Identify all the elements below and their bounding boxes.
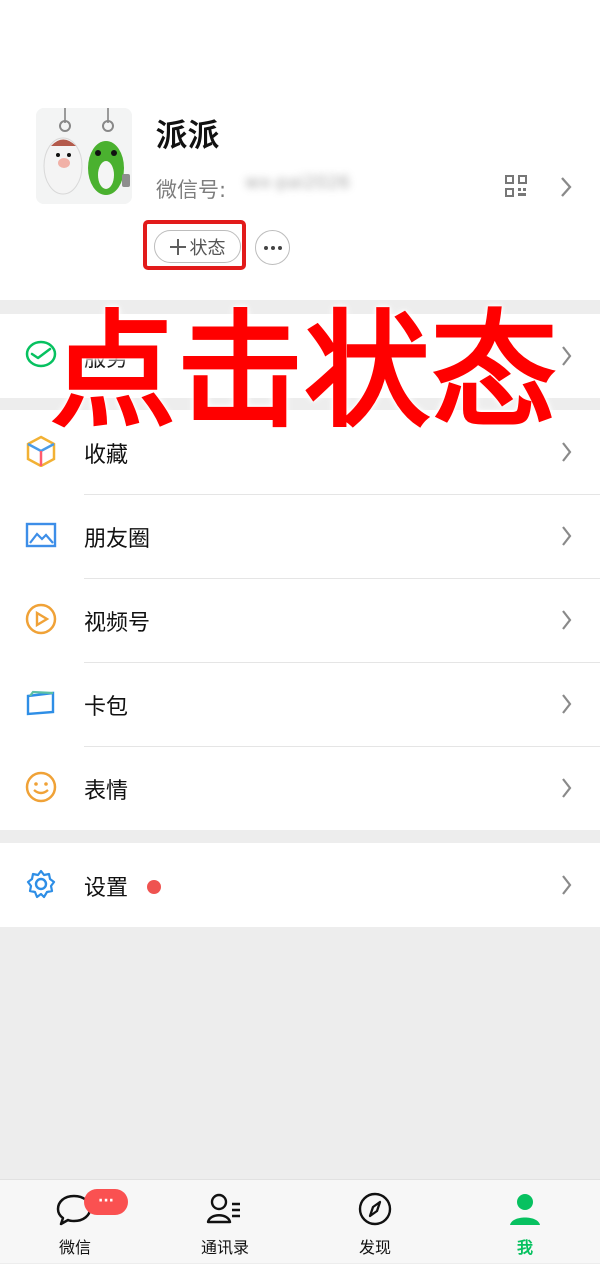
tab-label-wechat: 微信 xyxy=(58,1238,91,1257)
tab-label-discover: 发现 xyxy=(358,1238,391,1257)
tab-wechat[interactable]: ··· 微信 xyxy=(0,1180,150,1264)
chevron-right-icon xyxy=(562,610,572,630)
favorites-cube-icon xyxy=(26,435,56,467)
menu-row-card-pack[interactable]: 卡包 xyxy=(0,662,600,746)
profile-nickname: 派派 xyxy=(156,118,220,154)
compass-icon xyxy=(358,1192,392,1226)
avatar-image xyxy=(36,108,132,204)
service-section: 服务 xyxy=(0,314,600,398)
chevron-right-icon xyxy=(562,694,572,714)
menu-label-card-pack: 卡包 xyxy=(84,695,129,720)
menu-label-settings: 设置 xyxy=(84,876,129,901)
menu-row-stickers[interactable]: 表情 xyxy=(0,746,600,830)
tab-me[interactable]: 我 xyxy=(450,1180,600,1264)
menu-label-moments: 朋友圈 xyxy=(84,527,151,552)
qr-code-icon[interactable] xyxy=(505,175,527,197)
chevron-right-icon xyxy=(562,442,572,462)
settings-section: 设置 xyxy=(0,843,600,927)
chevron-right-icon xyxy=(562,778,572,798)
profile-card[interactable]: 派派 微信号: wx-pai2026 状态 xyxy=(0,0,600,300)
chevron-right-icon xyxy=(562,346,572,366)
more-dot-icon xyxy=(271,246,275,250)
menu-row-moments[interactable]: 朋友圈 xyxy=(0,494,600,578)
sticker-smile-icon xyxy=(25,771,57,803)
menu-label-stickers: 表情 xyxy=(84,779,129,804)
chevron-right-icon xyxy=(562,875,572,895)
settings-red-dot xyxy=(147,880,161,894)
wechat-id-label: 微信号: xyxy=(156,178,227,202)
moments-picture-icon xyxy=(25,522,57,548)
menu-label-channels: 视频号 xyxy=(84,611,151,636)
menu-label-favorites: 收藏 xyxy=(84,443,129,468)
avatar[interactable] xyxy=(36,108,132,204)
menu-row-settings[interactable]: 设置 xyxy=(0,843,600,927)
unread-badge: ··· xyxy=(84,1189,128,1215)
more-dot-icon xyxy=(264,246,268,250)
contacts-icon xyxy=(206,1193,240,1224)
channels-play-icon xyxy=(25,603,57,635)
person-icon xyxy=(510,1194,540,1225)
tab-label-me: 我 xyxy=(516,1238,533,1257)
main-menu-section: 收藏 朋友圈 视频号 卡包 表情 xyxy=(0,410,600,830)
card-pack-icon xyxy=(26,690,55,716)
more-dot-icon xyxy=(278,246,282,250)
wallet-icon xyxy=(25,340,57,368)
menu-row-service[interactable]: 服务 xyxy=(0,314,600,398)
tab-label-contacts: 通讯录 xyxy=(200,1238,249,1257)
bottom-tab-bar: ··· 微信 通讯录 发现 我 xyxy=(0,1179,600,1263)
menu-row-channels[interactable]: 视频号 xyxy=(0,578,600,662)
profile-chevron-right-icon[interactable] xyxy=(559,176,573,198)
chevron-right-icon xyxy=(562,526,572,546)
tab-contacts[interactable]: 通讯录 xyxy=(150,1180,300,1264)
menu-row-favorites[interactable]: 收藏 xyxy=(0,410,600,494)
plus-icon xyxy=(169,238,186,255)
add-status-button[interactable]: 状态 xyxy=(154,230,241,263)
gear-icon xyxy=(26,869,56,899)
status-label: 状态 xyxy=(189,237,226,259)
status-more-button[interactable] xyxy=(255,230,290,265)
tab-discover[interactable]: 发现 xyxy=(300,1180,450,1264)
wechat-id-value: wx-pai2026 xyxy=(245,172,351,193)
menu-label-service: 服务 xyxy=(84,347,129,372)
